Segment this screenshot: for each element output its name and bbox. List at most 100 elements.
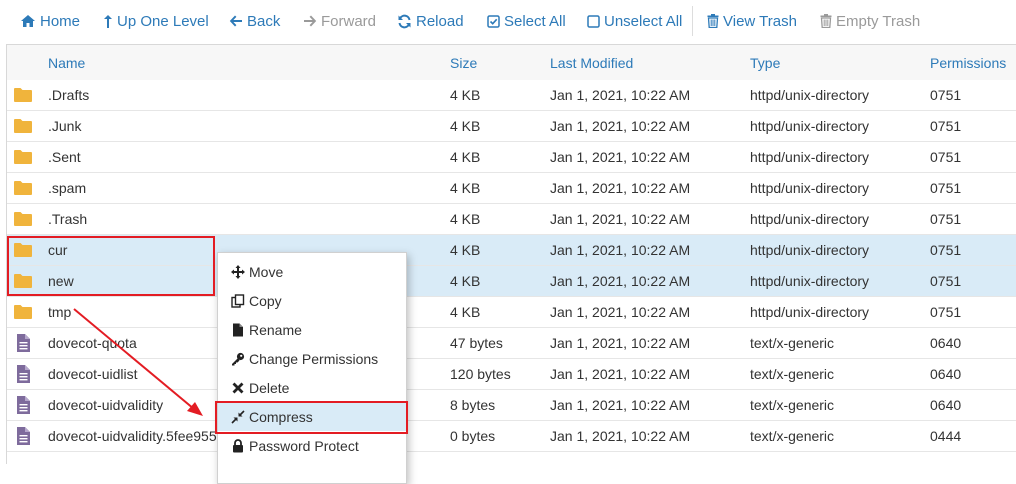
file-size: 4 KB <box>450 149 481 165</box>
table-header: Name Size Last Modified Type Permissions <box>7 45 1016 81</box>
context-menu-item-label: Change Permissions <box>249 350 379 367</box>
toolbar-divider <box>692 6 693 36</box>
file-icon <box>13 426 33 446</box>
file-last-modified: Jan 1, 2021, 10:22 AM <box>550 428 691 444</box>
file-last-modified: Jan 1, 2021, 10:22 AM <box>550 211 691 227</box>
file-name: dovecot-quota <box>48 335 137 351</box>
file-type: httpd/unix-directory <box>750 211 870 227</box>
context-menu-item-label: Copy <box>249 292 282 309</box>
context-menu-item-move[interactable]: Move <box>218 257 406 286</box>
file-type: httpd/unix-directory <box>750 242 870 258</box>
table-row[interactable]: .Sent 4 KB Jan 1, 2021, 10:22 AM httpd/unix… <box>7 142 1016 173</box>
file-permissions: 0751 <box>930 149 962 165</box>
level-up-icon <box>103 14 113 29</box>
forward-button[interactable]: Forward <box>303 0 376 42</box>
table-row[interactable]: dovecot-quota 47 bytes Jan 1, 2021, 10:22 … <box>7 328 1016 359</box>
file-name: dovecot-uidlist <box>48 366 138 382</box>
toolbar: Home Up One Level Back Forward Reload Se… <box>0 0 1016 42</box>
file-type: httpd/unix-directory <box>750 304 870 320</box>
move-icon <box>231 264 245 279</box>
table-row[interactable]: tmp 4 KB Jan 1, 2021, 10:22 AM httpd/unix-d… <box>7 297 1016 328</box>
context-menu-item-compress[interactable]: Compress <box>218 402 406 431</box>
file-last-modified: Jan 1, 2021, 10:22 AM <box>550 273 691 289</box>
column-header-type[interactable]: Type <box>750 55 780 71</box>
file-last-modified: Jan 1, 2021, 10:22 AM <box>550 242 691 258</box>
compress-icon <box>231 409 245 424</box>
file-size: 120 bytes <box>450 366 511 382</box>
table-row[interactable]: .Trash 4 KB Jan 1, 2021, 10:22 AM httpd/uni… <box>7 204 1016 235</box>
select-all-button[interactable]: Select All <box>487 0 566 42</box>
file-icon <box>13 364 33 384</box>
folder-icon <box>13 302 33 322</box>
file-size: 47 bytes <box>450 335 503 351</box>
file-last-modified: Jan 1, 2021, 10:22 AM <box>550 149 691 165</box>
file-name: .Drafts <box>48 87 90 103</box>
file-size: 4 KB <box>450 304 481 320</box>
context-menu-item-rename[interactable]: Rename <box>218 315 406 344</box>
file-size: 4 KB <box>450 242 481 258</box>
table-row[interactable]: dovecot-uidlist 120 bytes Jan 1, 2021, 10:… <box>7 359 1016 390</box>
context-menu-item-delete[interactable]: Delete <box>218 373 406 402</box>
context-menu-item-label: Compress <box>249 408 313 425</box>
back-button[interactable]: Back <box>229 0 280 42</box>
delete-icon <box>231 381 245 395</box>
file-last-modified: Jan 1, 2021, 10:22 AM <box>550 87 691 103</box>
file-type: text/x-generic <box>750 397 835 413</box>
file-permissions: 0751 <box>930 242 962 258</box>
file-name: cur <box>48 242 68 258</box>
context-menu-item-change-permissions[interactable]: Change Permissions <box>218 344 406 373</box>
context-menu: Move Copy Rename Change Permissions Delete Co… <box>217 252 407 484</box>
file-name: .Junk <box>48 118 82 134</box>
context-menu-item-label: Delete <box>249 379 290 396</box>
context-menu-item-label: Password Protect <box>249 437 359 454</box>
up-one-level-label: Up One Level <box>117 12 209 30</box>
column-header-last-modified[interactable]: Last Modified <box>550 55 633 71</box>
file-permissions: 0444 <box>930 428 962 444</box>
file-name: .spam <box>48 180 87 196</box>
column-header-name[interactable]: Name <box>48 55 85 71</box>
folder-icon <box>13 147 33 167</box>
folder-icon <box>13 209 33 229</box>
column-header-permissions[interactable]: Permissions <box>930 55 1006 71</box>
file-permissions: 0751 <box>930 211 962 227</box>
file-last-modified: Jan 1, 2021, 10:22 AM <box>550 180 691 196</box>
file-type: httpd/unix-directory <box>750 118 870 134</box>
file-size: 0 bytes <box>450 428 496 444</box>
file-last-modified: Jan 1, 2021, 10:22 AM <box>550 304 691 320</box>
view-trash-label: View Trash <box>723 12 797 30</box>
context-menu-item-label: Rename <box>249 321 302 338</box>
table-row[interactable]: dovecot-uidvalidity.5fee955 0 bytes Jan 1,… <box>7 421 1016 452</box>
home-button[interactable]: Home <box>20 0 80 42</box>
file-last-modified: Jan 1, 2021, 10:22 AM <box>550 335 691 351</box>
file-name: tmp <box>48 304 72 320</box>
table-row[interactable]: .Junk 4 KB Jan 1, 2021, 10:22 AM httpd/unix… <box>7 111 1016 142</box>
table-row[interactable]: new 4 KB Jan 1, 2021, 10:22 AM httpd/unix-d… <box>7 266 1016 297</box>
file-type: httpd/unix-directory <box>750 149 870 165</box>
context-menu-item-label: Move <box>249 263 284 280</box>
column-header-size[interactable]: Size <box>450 55 477 71</box>
key-icon <box>231 352 245 366</box>
empty-trash-button[interactable]: Empty Trash <box>820 0 920 42</box>
checkbox-checked-icon <box>487 14 500 28</box>
file-size: 4 KB <box>450 211 481 227</box>
forward-label: Forward <box>321 12 377 30</box>
context-menu-item-copy[interactable]: Copy <box>218 286 406 315</box>
file-type: httpd/unix-directory <box>750 87 870 103</box>
table-row[interactable]: dovecot-uidvalidity 8 bytes Jan 1, 2021, 1… <box>7 390 1016 421</box>
file-size: 8 bytes <box>450 397 496 413</box>
rename-icon <box>231 323 245 337</box>
reload-button[interactable]: Reload <box>397 0 464 42</box>
home-icon <box>20 14 36 28</box>
context-menu-item-password-protect[interactable]: Password Protect <box>218 431 406 460</box>
table-row[interactable]: cur 4 KB Jan 1, 2021, 10:22 AM httpd/unix-d… <box>7 235 1016 266</box>
view-trash-button[interactable]: View Trash <box>707 0 797 42</box>
unselect-all-button[interactable]: Unselect All <box>587 0 682 42</box>
file-type: text/x-generic <box>750 366 835 382</box>
reload-label: Reload <box>416 12 464 30</box>
up-one-level-button[interactable]: Up One Level <box>103 0 209 42</box>
arrow-right-icon <box>303 15 317 27</box>
table-row[interactable]: .spam 4 KB Jan 1, 2021, 10:22 AM httpd/unix… <box>7 173 1016 204</box>
table-row[interactable]: .Drafts 4 KB Jan 1, 2021, 10:22 AM httpd/un… <box>7 80 1016 111</box>
folder-icon <box>13 85 33 105</box>
trash-icon <box>707 14 719 28</box>
